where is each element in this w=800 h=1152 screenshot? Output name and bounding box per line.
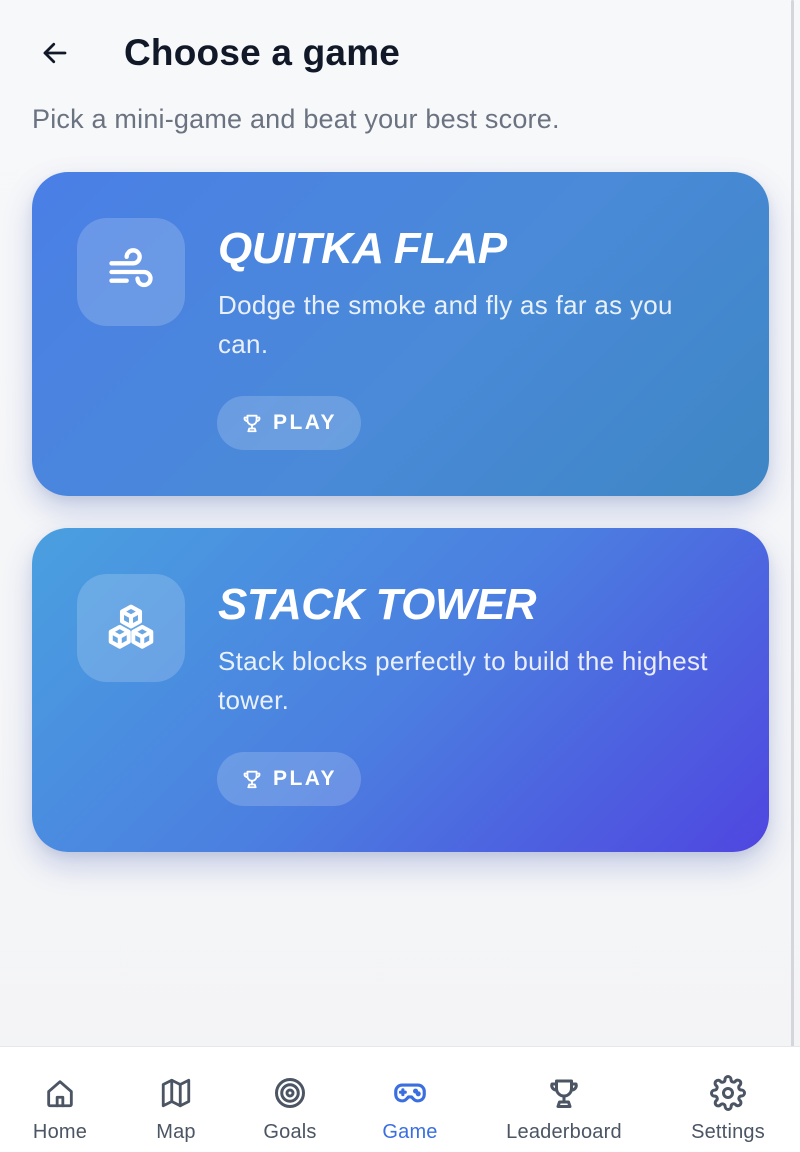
back-button[interactable] — [40, 27, 92, 79]
game-icon-tile — [77, 574, 185, 682]
game-description: Dodge the smoke and fly as far as you ca… — [218, 290, 673, 359]
nav-label: Home — [32, 1121, 88, 1143]
bottom-navigation: Home Map Goals Game Leaderboard Settings — [0, 1046, 800, 1152]
nav-label: Settings — [691, 1121, 765, 1143]
scrollbar[interactable] — [791, 0, 794, 1050]
game-description: Stack blocks perfectly to build the high… — [218, 646, 708, 715]
trophy-icon — [550, 1079, 578, 1108]
target-icon — [275, 1078, 305, 1108]
play-label: PLAY — [272, 411, 338, 434]
game-title: QUITKA FLAP — [218, 224, 507, 273]
wind-icon — [109, 248, 153, 288]
map-icon — [161, 1078, 191, 1108]
nav-item-leaderboard[interactable]: Leaderboard — [494, 1047, 634, 1152]
trophy-icon — [243, 414, 261, 433]
play-label: PLAY — [272, 767, 338, 790]
play-button[interactable]: PLAY — [217, 752, 361, 806]
cubes-icon — [108, 604, 154, 649]
nav-item-goals[interactable]: Goals — [240, 1047, 340, 1152]
arrow-left-icon — [43, 42, 67, 64]
game-icon-tile — [77, 218, 185, 326]
nav-item-map[interactable]: Map — [126, 1047, 226, 1152]
nav-label: Map — [156, 1121, 196, 1143]
play-button[interactable]: PLAY — [217, 396, 361, 450]
game-selection-screen: Choose a game Pick a mini-game and beat … — [0, 0, 800, 1152]
nav-label: Leaderboard — [506, 1121, 622, 1143]
nav-item-home[interactable]: Home — [10, 1047, 110, 1152]
gamepad-icon — [394, 1083, 426, 1103]
page-title: Choose a game — [124, 32, 401, 73]
page-subtitle: Pick a mini-game and beat your best scor… — [32, 104, 560, 134]
game-card-quitka-flap[interactable]: QUITKA FLAP Dodge the smoke and fly as f… — [32, 172, 769, 496]
trophy-icon — [243, 770, 261, 789]
gear-icon — [710, 1075, 746, 1111]
header: Choose a game — [40, 22, 760, 84]
nav-label: Game — [382, 1121, 438, 1143]
home-icon — [47, 1080, 73, 1108]
nav-item-settings[interactable]: Settings — [676, 1047, 780, 1152]
game-card-stack-tower[interactable]: STACK TOWER Stack blocks perfectly to bu… — [32, 528, 769, 852]
game-title: STACK TOWER — [218, 580, 536, 629]
nav-label: Goals — [263, 1121, 317, 1143]
nav-item-game[interactable]: Game — [360, 1047, 460, 1152]
